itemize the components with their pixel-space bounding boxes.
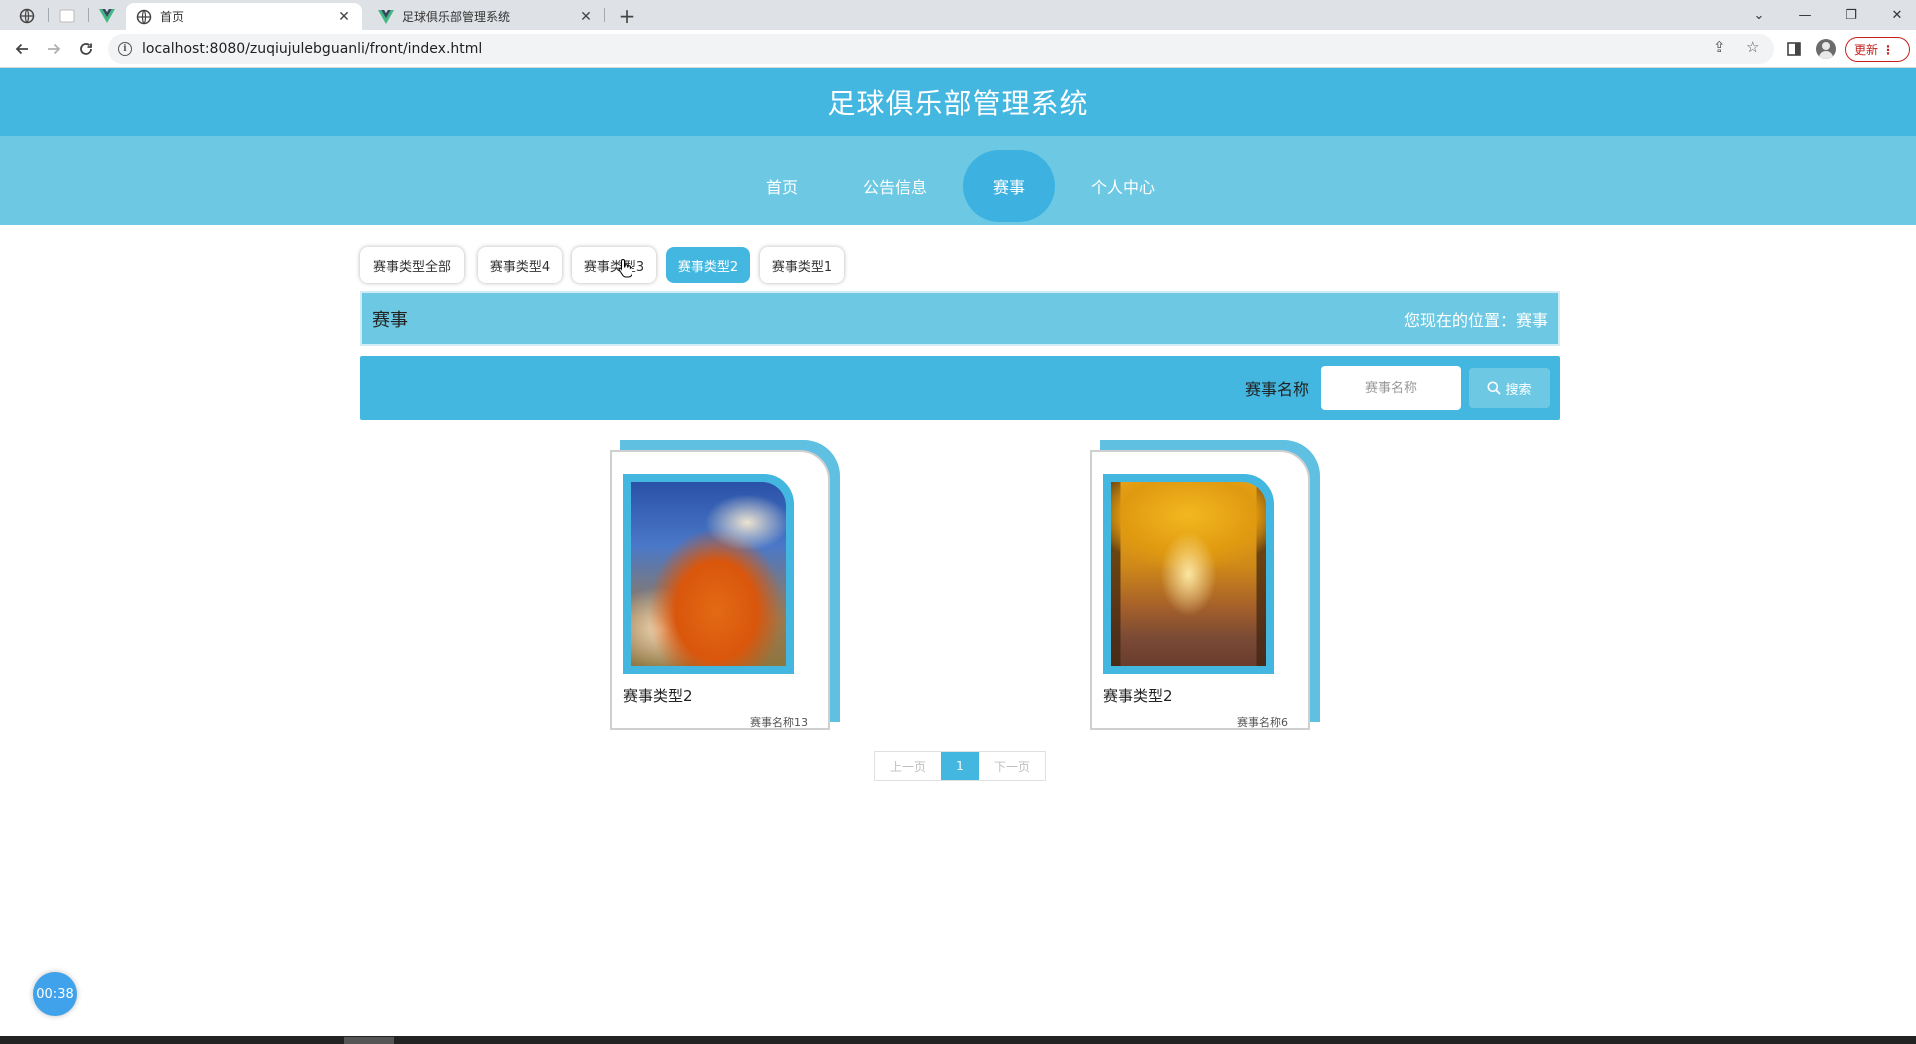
- card-image-frame: [623, 474, 794, 674]
- card-image[interactable]: [1111, 482, 1266, 666]
- reload-icon: [80, 43, 92, 55]
- card-image[interactable]: [631, 482, 786, 666]
- tab-club-system[interactable]: 足球俱乐部管理系统 ✕: [368, 3, 604, 30]
- update-label: 更新: [1854, 43, 1879, 57]
- tab-search-chevron-icon[interactable]: ⌄: [1736, 0, 1782, 30]
- nav-item-announcements[interactable]: 公告信息: [845, 150, 945, 222]
- nav-item-events[interactable]: 赛事: [963, 150, 1055, 222]
- card-subtitle: 赛事名称13: [750, 716, 808, 729]
- side-panel-icon[interactable]: [1784, 39, 1804, 59]
- new-tab-button[interactable]: +: [614, 3, 640, 29]
- filter-type-2[interactable]: 赛事类型2: [666, 247, 750, 283]
- main-nav: 首页 公告信息 赛事 个人中心: [0, 136, 1916, 225]
- pinned-tab-blank[interactable]: [50, 3, 84, 29]
- reload-button[interactable]: [72, 35, 100, 63]
- search-bar: 赛事名称 搜索: [360, 356, 1560, 420]
- update-button[interactable]: 更新 ⋮: [1845, 37, 1910, 62]
- site-title: 足球俱乐部管理系统: [827, 87, 1089, 120]
- breadcrumb: 您现在的位置：赛事: [1403, 310, 1548, 330]
- forward-button[interactable]: [40, 35, 68, 63]
- browser-address-bar: i localhost:8080/zuqiujulebguanli/front/…: [0, 30, 1916, 68]
- back-button[interactable]: [8, 35, 36, 63]
- filter-all-types[interactable]: 赛事类型全部: [360, 247, 464, 283]
- search-input[interactable]: [1321, 366, 1461, 410]
- page-1-button[interactable]: 1: [941, 752, 979, 780]
- tab-separator: [48, 8, 49, 22]
- restore-button[interactable]: ❐: [1828, 0, 1874, 30]
- hand-cursor-icon: [618, 258, 632, 278]
- search-label: 赛事名称: [1245, 380, 1310, 399]
- profile-avatar-icon[interactable]: [1816, 39, 1836, 59]
- filter-type-4[interactable]: 赛事类型4: [478, 247, 562, 283]
- minimize-button[interactable]: —: [1782, 0, 1828, 30]
- bookmark-star-icon[interactable]: ☆: [1746, 38, 1759, 56]
- next-page-button[interactable]: 下一页: [979, 752, 1045, 780]
- search-button-label: 搜索: [1505, 382, 1532, 398]
- vue-logo-icon: [378, 9, 394, 24]
- close-icon[interactable]: ✕: [578, 9, 594, 25]
- section-title: 赛事: [372, 309, 408, 331]
- card-front-frame: 赛事类型2 赛事名称13: [610, 450, 830, 730]
- share-icon[interactable]: ⇪: [1713, 38, 1726, 56]
- taskbar-item[interactable]: [344, 1037, 394, 1044]
- url-omnibox[interactable]: i localhost:8080/zuqiujulebguanli/front/…: [108, 34, 1774, 64]
- search-icon: [1487, 381, 1502, 395]
- nav-item-home[interactable]: 首页: [742, 150, 822, 222]
- tab-title: 足球俱乐部管理系统: [402, 10, 511, 24]
- page-icon: [59, 9, 75, 23]
- url-text[interactable]: localhost:8080/zuqiujulebguanli/front/in…: [142, 41, 482, 57]
- recording-timer[interactable]: 00:38: [33, 972, 77, 1016]
- arrow-left-icon: [15, 43, 28, 55]
- pinned-tab-vue[interactable]: [90, 3, 124, 29]
- browser-tab-bar: 首页 ✕ 足球俱乐部管理系统 ✕ + ⌄ — ❐ ✕: [0, 0, 1916, 30]
- location-bar: 赛事 您现在的位置：赛事: [360, 291, 1560, 346]
- nav-item-personal-center[interactable]: 个人中心: [1073, 150, 1173, 222]
- close-icon[interactable]: ✕: [336, 9, 352, 25]
- tab-home[interactable]: 首页 ✕: [126, 3, 362, 30]
- site-info-icon[interactable]: i: [118, 42, 132, 56]
- filter-type-1[interactable]: 赛事类型1: [760, 247, 844, 283]
- taskbar: [0, 1036, 1916, 1044]
- card-image-frame: [1103, 474, 1274, 674]
- search-button[interactable]: 搜索: [1469, 368, 1550, 408]
- more-vert-icon: ⋮: [1882, 42, 1895, 57]
- close-window-button[interactable]: ✕: [1874, 0, 1916, 30]
- tab-separator: [88, 8, 89, 22]
- pagination: 上一页 1 下一页: [874, 751, 1046, 781]
- vue-logo-icon: [99, 9, 115, 23]
- event-card[interactable]: 赛事类型2 赛事名称6: [1090, 440, 1320, 730]
- filter-type-3[interactable]: 赛事类型3: [572, 247, 656, 283]
- card-title[interactable]: 赛事类型2: [1103, 685, 1173, 706]
- autumn-tree-avenue-photo: [1111, 482, 1266, 666]
- event-card[interactable]: 赛事类型2 赛事名称13: [610, 440, 840, 730]
- tab-separator: [604, 8, 605, 22]
- red-mountain-photo: [631, 482, 786, 666]
- arrow-right-icon: [48, 43, 61, 55]
- card-title[interactable]: 赛事类型2: [623, 685, 693, 706]
- card-front-frame: 赛事类型2 赛事名称6: [1090, 450, 1310, 730]
- card-subtitle: 赛事名称6: [1237, 716, 1288, 729]
- tab-title: 首页: [160, 10, 185, 24]
- pinned-tab-globe[interactable]: [10, 3, 44, 29]
- prev-page-button[interactable]: 上一页: [875, 752, 941, 780]
- site-header: 足球俱乐部管理系统: [0, 68, 1916, 136]
- globe-icon: [136, 9, 152, 24]
- globe-icon: [19, 8, 35, 24]
